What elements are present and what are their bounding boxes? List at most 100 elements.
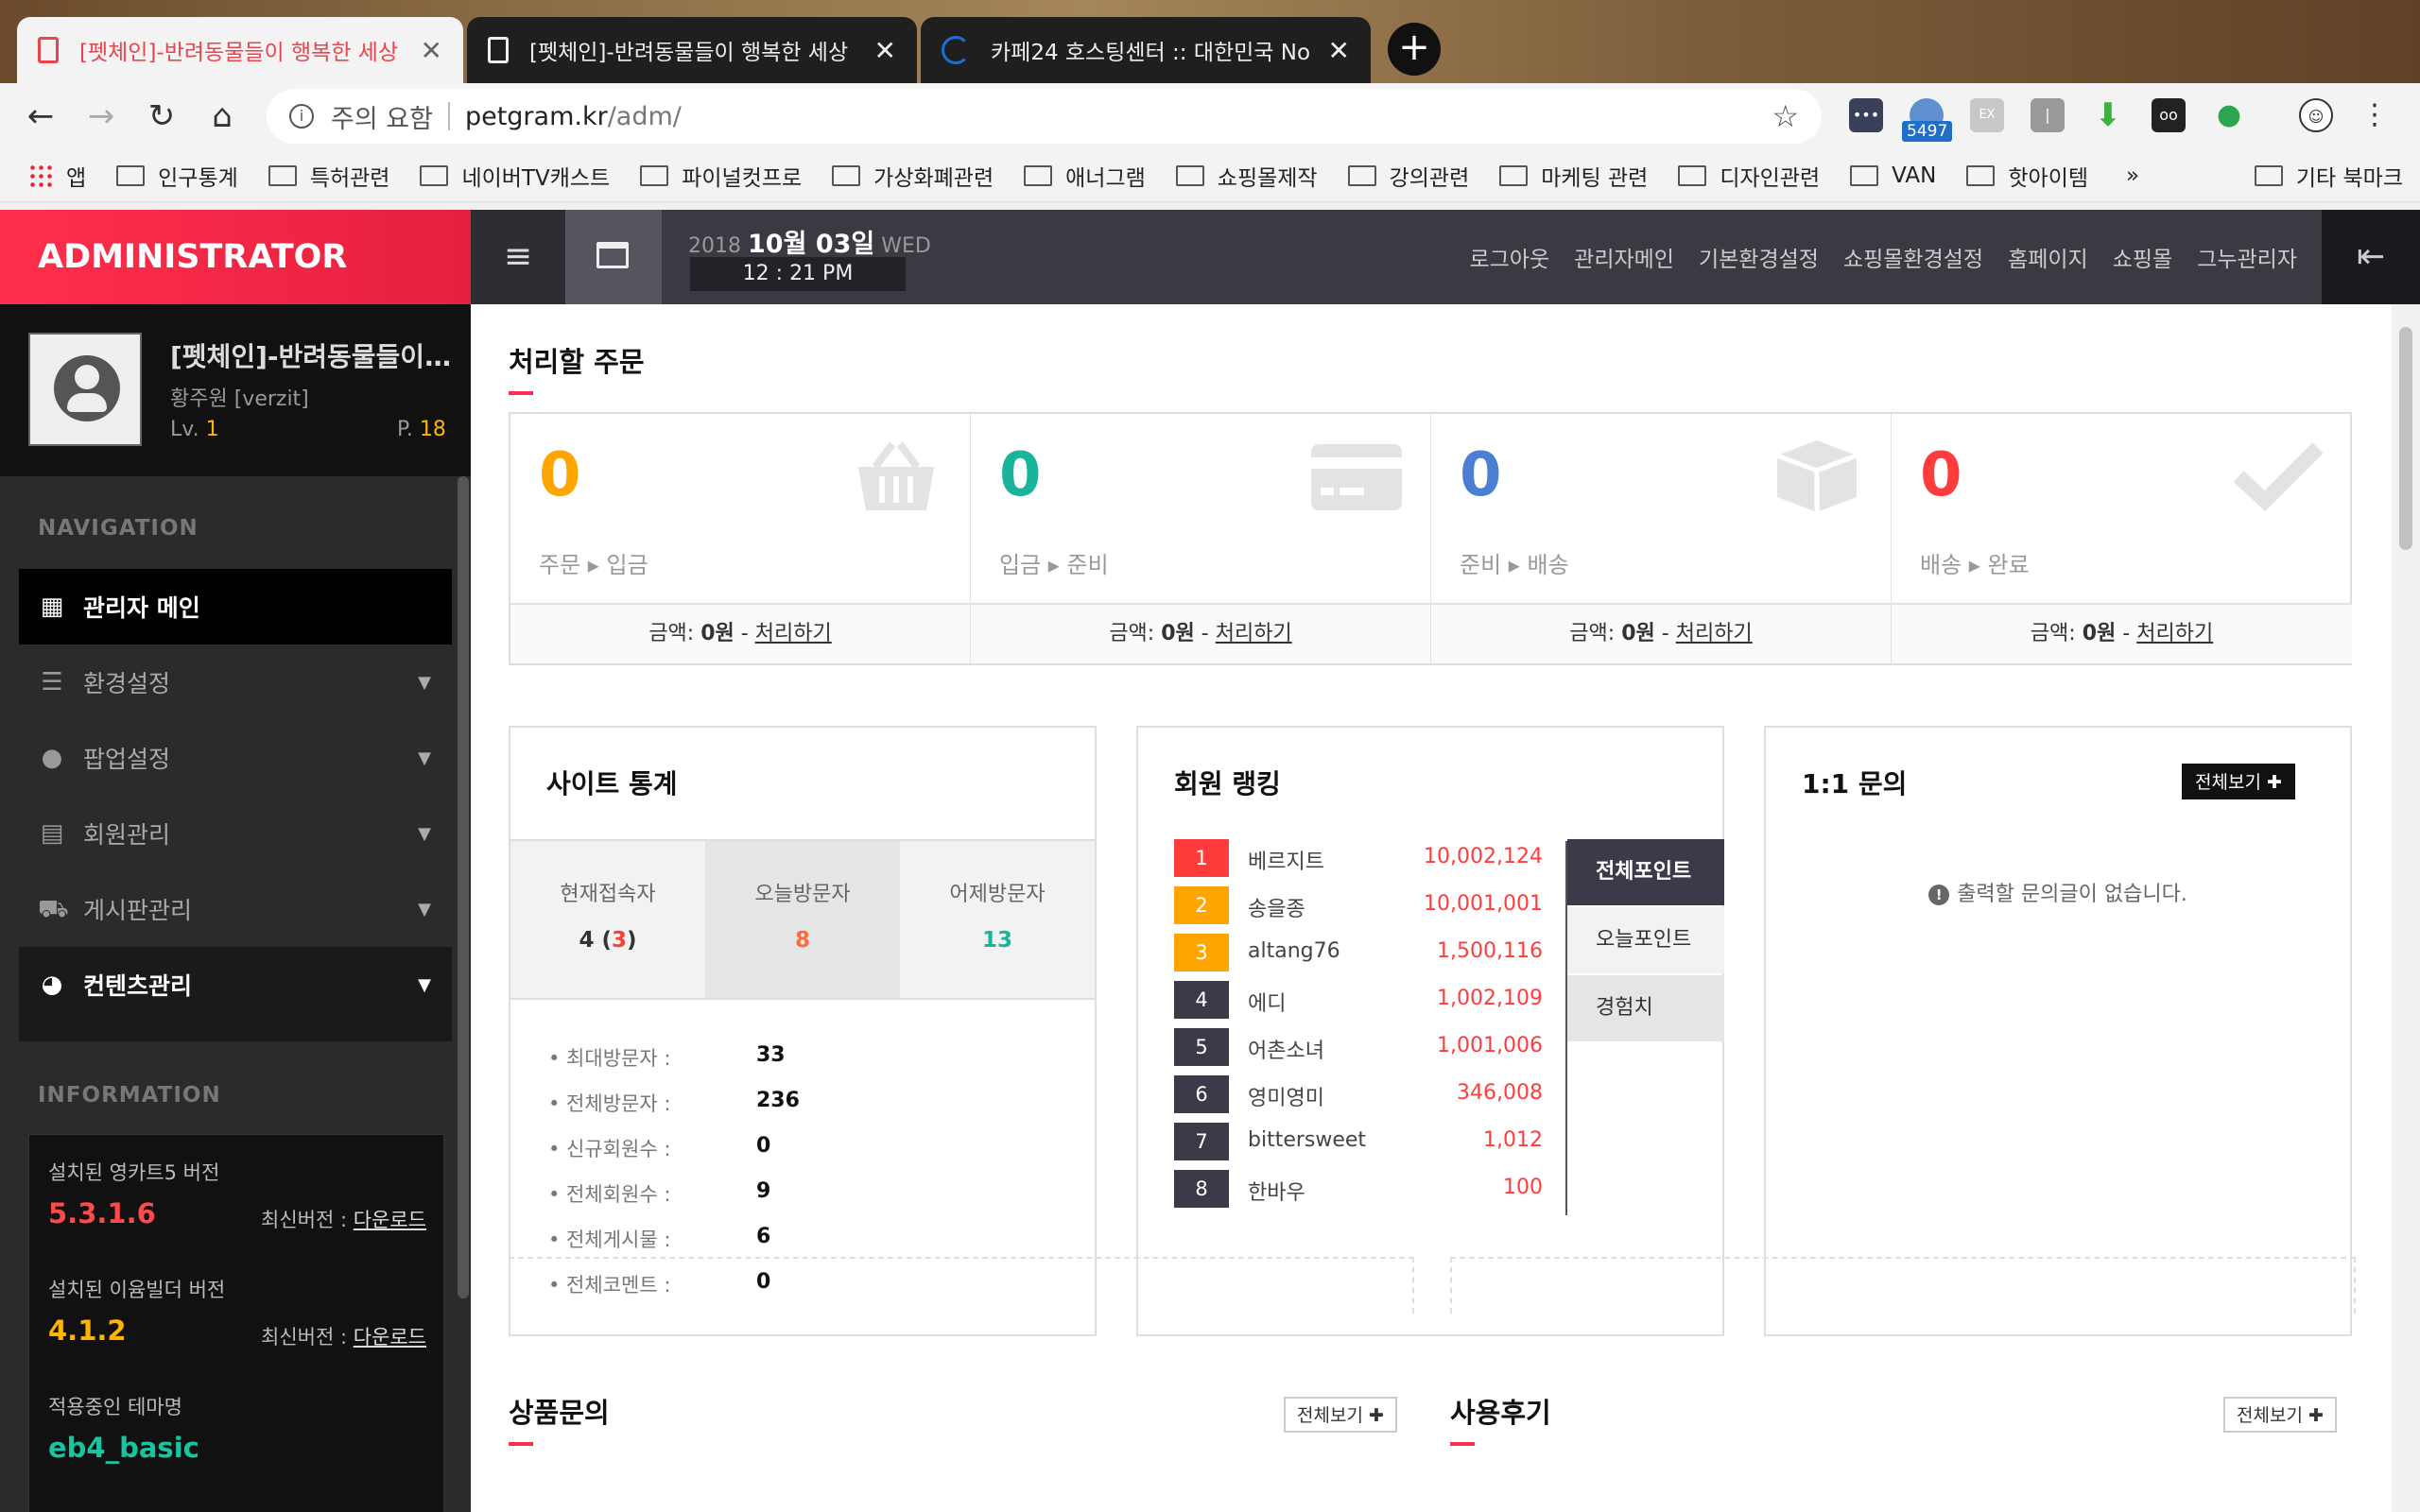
ranking-row[interactable]: 4 에디 1,002,109 [1174,981,1543,1019]
folder-icon [1347,164,1376,186]
version-label: 설치된 이윰빌더 버전 [48,1279,226,1301]
bookmark-folder[interactable]: 인구통계 [116,160,238,192]
tab-today-points[interactable]: 오늘포인트 [1567,907,1724,973]
reviews-title: 사용후기 [1450,1397,1551,1429]
browser-menu-icon[interactable]: ⋮ [2358,98,2392,132]
folder-icon [268,164,297,186]
folder-icon [1678,164,1707,186]
bookmark-folder[interactable]: 애너그램 [1024,160,1146,192]
address-bar[interactable]: i 주의 요함 petgram.kr/adm/ ☆ [267,89,1822,144]
profile-avatar-icon[interactable]: ☺ [2299,98,2333,132]
view-all-button[interactable]: 전체보기 ✚ [2182,764,2295,799]
close-icon[interactable]: ✕ [421,35,442,66]
sidebar-item-board[interactable]: ⛟ 게시판관리 ▼ [19,871,452,947]
process-link[interactable]: 처리하기 [1216,622,1292,645]
bookmark-folder[interactable]: 쇼핑몰제작 [1175,160,1318,192]
orders-panel: 0 주문 ▸ 입금 금액: 0원 - 처리하기 0 입금 ▸ 준비 금액: 0원… [509,412,2352,665]
download-arrow-icon[interactable]: ⬇ [2091,98,2125,132]
shop-link[interactable]: 쇼핑몰 [2113,241,2172,273]
bookmark-folder[interactable]: 특허관련 [268,160,389,192]
home-icon[interactable]: ⌂ [199,93,246,140]
order-count: 0 [539,440,581,510]
scrollbar-thumb[interactable] [2399,327,2412,550]
sidebar-item-settings[interactable]: ☰ 환경설정 ▼ [19,644,452,720]
order-stage-label: 입금 ▸ 준비 [999,552,1109,578]
sidebar-item-members[interactable]: ▤ 회원관리 ▼ [19,796,452,871]
indent-toggle-icon[interactable]: ⇤ [2322,210,2420,304]
download-link[interactable]: 최신버전 : 다운로드 [261,1205,426,1233]
folder-icon [640,164,669,186]
admin-topbar: ≡ 2018 10월 03일 WED 12 : 21 PM 로그아웃 관리자메인… [471,210,2420,304]
bookmark-folder[interactable]: 네이버TV캐스트 [420,160,610,192]
homepage-link[interactable]: 홈페이지 [2008,241,2088,273]
view-all-button[interactable]: 전체보기 ✚ [1284,1397,1397,1433]
info-icon[interactable]: i [289,104,314,129]
bookmark-folder[interactable]: 디자인관련 [1678,160,1820,192]
ranking-row[interactable]: 8 한바우 100 [1174,1170,1543,1208]
page-scrollbar[interactable] [2392,304,2420,1512]
order-amount: 금액: 0원 - 처리하기 [1892,603,2352,663]
evernote-icon[interactable]: ● [2212,98,2246,132]
profile-card: [펫체인]-반려동물들이 … 황주원 [verzit] Lv. 1 P. 18 [0,304,471,476]
bookmark-folder[interactable]: 가상화폐관련 [832,160,994,192]
bookmark-folder[interactable]: VAN [1850,163,1936,188]
basic-settings-link[interactable]: 기본환경설정 [1699,241,1819,273]
user-icon [54,355,120,421]
tab-total-points[interactable]: 전체포인트 [1567,839,1724,905]
alert-icon: ! [1928,885,1950,905]
reload-icon[interactable]: ↻ [138,93,185,140]
logout-link[interactable]: 로그아웃 [1470,241,1550,273]
close-icon[interactable]: ✕ [874,35,896,66]
window-toggle-button[interactable] [565,210,662,304]
sidebar-item-popup[interactable]: ● 팝업설정 ▼ [19,720,452,796]
page-icon [38,37,59,63]
process-link[interactable]: 처리하기 [2136,622,2213,645]
close-icon[interactable]: ✕ [1328,35,1350,66]
view-all-button[interactable]: 전체보기 ✚ [2223,1397,2337,1433]
folder-icon [1966,164,1996,186]
box-icon [1776,440,1858,512]
admin-main-link[interactable]: 관리자메인 [1574,241,1674,273]
ranking-row[interactable]: 7 bittersweet 1,012 [1174,1123,1543,1160]
extension-dots-icon[interactable]: ••• [1849,98,1883,132]
sidebar-item-contents[interactable]: ◕ 컨텐츠관리 ▼ [19,947,452,1022]
browser-tab-1[interactable]: [펫체인]-반려동물들이 행복한 세상 ✕ [17,17,463,83]
gnu-admin-link[interactable]: 그누관리자 [2197,241,2297,273]
avatar[interactable] [28,333,142,446]
bookmark-folder[interactable]: 강의관련 [1347,160,1469,192]
extension-bar-icon[interactable]: | [2031,98,2065,132]
chevron-down-icon: ▼ [418,823,431,844]
shop-settings-link[interactable]: 쇼핑몰환경설정 [1843,241,1983,273]
ranking-row[interactable]: 6 영미영미 346,008 [1174,1075,1543,1113]
download-link[interactable]: 최신버전 : 다운로드 [261,1322,426,1350]
bookmark-apps[interactable]: 앱 [28,160,86,192]
ranking-row[interactable]: 2 송을종 10,001,001 [1174,886,1543,924]
cart-icon: ⛟ [38,895,69,923]
process-link[interactable]: 처리하기 [1676,622,1753,645]
back-icon[interactable]: ← [17,93,64,140]
bookmark-folder[interactable]: 파이널컷프로 [640,160,802,192]
bookmark-star-icon[interactable]: ☆ [1772,98,1799,134]
sidebar-scrollbar[interactable] [458,476,469,1298]
new-tab-button[interactable]: + [1388,23,1441,76]
product-qna-title: 상품문의 [509,1397,610,1429]
tab-experience[interactable]: 경험치 [1567,975,1724,1041]
hamburger-icon[interactable]: ≡ [471,210,565,304]
bookmark-folder[interactable]: 마케팅 관련 [1499,160,1648,192]
forward-icon[interactable]: → [78,93,125,140]
bookmark-overflow[interactable]: » [2126,163,2139,188]
bookmark-other[interactable]: 기타 북마크 [2254,160,2403,192]
browser-tab-3[interactable]: 카페24 호스팅센터 :: 대한민국 No.1 ✕ [921,17,1371,83]
extension-ex-icon[interactable]: EX [1970,98,2004,132]
brand-logo[interactable]: ADMINISTRATOR [0,210,471,304]
process-link[interactable]: 처리하기 [755,622,832,645]
bookmark-folder[interactable]: 핫아이템 [1966,160,2088,192]
browser-tab-2[interactable]: [펫체인]-반려동물들이 행복한 세상 ✕ [467,17,917,83]
order-stage-cell: 0 배송 ▸ 완료 금액: 0원 - 처리하기 [1892,414,2352,663]
ranking-row[interactable]: 1 베르지트 10,002,124 [1174,839,1543,877]
ranking-row[interactable]: 3 altang76 1,500,116 [1174,934,1543,971]
sidebar-item-admin-main[interactable]: ▦ 관리자 메인 [19,569,452,644]
ranking-row[interactable]: 5 어촌소녀 1,001,006 [1174,1028,1543,1066]
order-amount: 금액: 0원 - 처리하기 [971,603,1430,663]
extension-glasses-icon[interactable]: oo [2152,98,2186,132]
